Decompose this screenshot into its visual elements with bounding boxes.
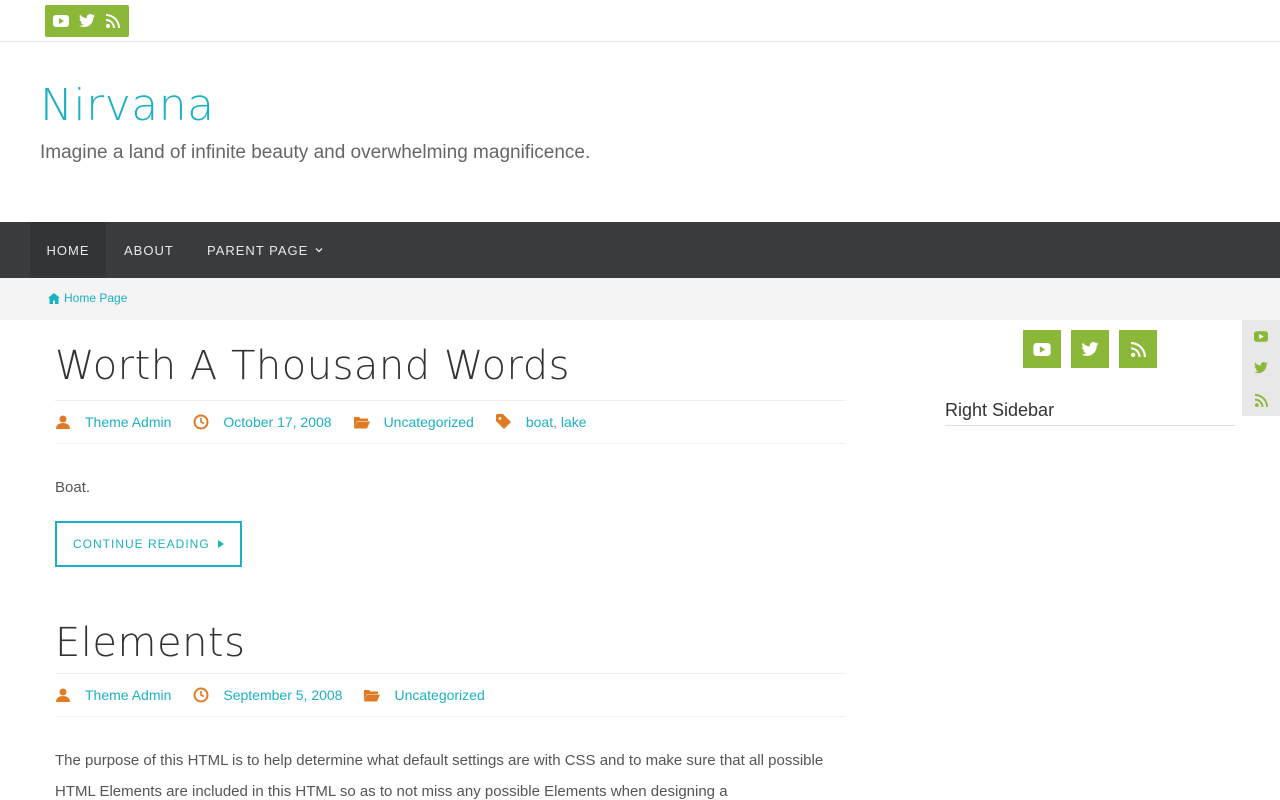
clock-icon: [193, 687, 211, 703]
post-1: Worth A Thousand Words Theme Admin Octob…: [55, 346, 845, 567]
nav-item-label: ABOUT: [124, 242, 174, 258]
breadcrumb-home-label: Home Page: [64, 291, 128, 305]
sidebar-social-icons: [1023, 330, 1157, 368]
breadcrumb: Home Page: [0, 278, 1280, 320]
post-2: Elements Theme Admin September 5, 2008 U…: [55, 623, 845, 800]
tag-icon: [495, 414, 514, 430]
meta-author: Theme Admin: [55, 687, 171, 703]
site-tagline: Imagine a land of infinite beauty and ov…: [40, 142, 591, 163]
continue-reading-label: CONTINUE READING: [73, 537, 210, 551]
youtube-icon[interactable]: [1023, 330, 1061, 368]
tag-link-boat[interactable]: boat: [526, 414, 553, 430]
breadcrumb-home[interactable]: Home Page: [48, 291, 127, 305]
sidebar-widget-title: Right Sidebar: [945, 400, 1235, 426]
category-link[interactable]: Uncategorized: [394, 687, 484, 703]
date-link[interactable]: October 17, 2008: [223, 414, 331, 430]
site-header: Nirvana Imagine a land of infinite beaut…: [0, 42, 1280, 222]
meta-author: Theme Admin: [55, 414, 171, 430]
caret-right-icon: [217, 540, 224, 548]
nav-item-parent-page[interactable]: PARENT PAGE: [207, 222, 324, 278]
continue-reading-button[interactable]: CONTINUE READING: [55, 521, 242, 567]
twitter-icon[interactable]: [1242, 352, 1280, 384]
post-meta: Theme Admin September 5, 2008 Uncategori…: [55, 673, 845, 717]
author-icon: [55, 414, 73, 430]
main-content: Worth A Thousand Words Theme Admin Octob…: [55, 320, 845, 800]
tag-link-lake[interactable]: lake: [561, 414, 587, 430]
nav-item-home[interactable]: HOME: [30, 222, 106, 278]
meta-date: September 5, 2008: [193, 687, 342, 703]
category-link[interactable]: Uncategorized: [384, 414, 474, 430]
rss-icon[interactable]: [1242, 384, 1280, 416]
youtube-icon[interactable]: [1242, 320, 1280, 352]
youtube-icon[interactable]: [51, 11, 71, 31]
folder-icon: [353, 414, 372, 430]
meta-category: Uncategorized: [353, 414, 474, 430]
nav-item-about[interactable]: ABOUT: [124, 222, 174, 278]
author-link[interactable]: Theme Admin: [85, 414, 171, 430]
meta-date: October 17, 2008: [193, 414, 332, 430]
twitter-icon[interactable]: [1071, 330, 1109, 368]
author-link[interactable]: Theme Admin: [85, 687, 171, 703]
clock-icon: [193, 414, 211, 430]
post-meta: Theme Admin October 17, 2008 Uncategoriz…: [55, 400, 845, 444]
nav-item-label: PARENT PAGE: [207, 242, 309, 258]
top-social-icons: [45, 5, 129, 37]
post-excerpt: The purpose of this HTML is to help dete…: [55, 752, 824, 800]
top-bar: [0, 0, 1280, 42]
floating-social-icons: [1242, 320, 1280, 416]
folder-icon: [364, 687, 382, 703]
main-nav: HOME ABOUT PARENT PAGE: [0, 222, 1280, 278]
date-link[interactable]: September 5, 2008: [223, 687, 342, 703]
meta-tags: boat, lake: [495, 414, 587, 430]
post-excerpt: Boat.: [55, 479, 91, 496]
twitter-icon[interactable]: [77, 11, 97, 31]
meta-category: Uncategorized: [364, 687, 485, 703]
site-title[interactable]: Nirvana: [40, 80, 215, 131]
post-title[interactable]: Worth A Thousand Words: [55, 346, 845, 386]
post-title[interactable]: Elements: [55, 623, 845, 663]
rss-icon[interactable]: [1119, 330, 1157, 368]
author-icon: [55, 687, 73, 703]
rss-icon[interactable]: [103, 11, 123, 31]
nav-item-label: HOME: [46, 242, 90, 258]
tag-separator: ,: [553, 414, 557, 430]
chevron-down-icon: [314, 245, 324, 255]
home-icon: [48, 292, 60, 304]
